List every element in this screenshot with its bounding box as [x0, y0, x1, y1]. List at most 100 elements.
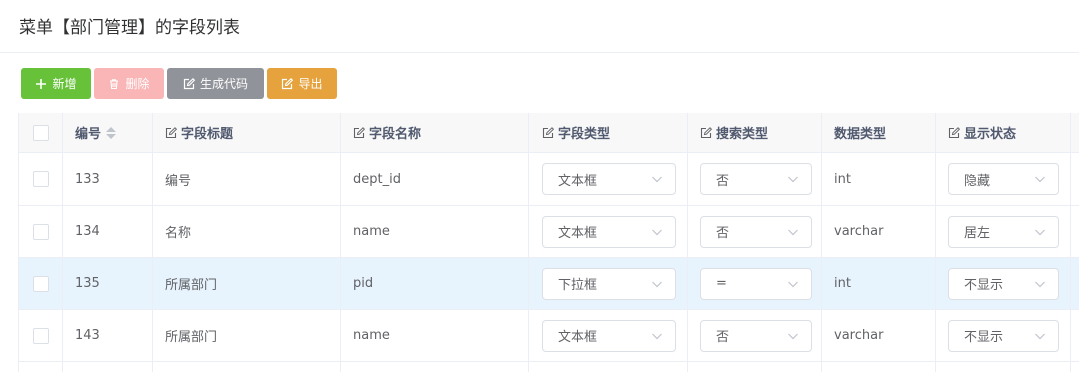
cell-search-type: 否: [688, 206, 822, 257]
search-type-select[interactable]: 否: [700, 215, 812, 248]
row-select: [19, 258, 63, 309]
column-header-data-type: 数据类型: [822, 113, 936, 152]
edit-icon: [700, 126, 712, 139]
add-button[interactable]: 新增: [21, 68, 91, 99]
chevron-down-icon: [1034, 173, 1046, 189]
cell-search-type: =: [688, 258, 822, 309]
cell-field-name: name: [341, 206, 529, 257]
cell-display-status: 不显示: [936, 310, 1071, 361]
chevron-down-icon: [787, 330, 799, 346]
cell-overflow: [1071, 206, 1079, 257]
row-checkbox[interactable]: [32, 327, 49, 344]
cell-field-type: 下拉框: [529, 258, 688, 309]
display-status-select[interactable]: 隐藏: [948, 163, 1059, 195]
cell-overflow: [1071, 362, 1079, 372]
cell-field-name: name: [341, 310, 529, 361]
cell-field-title: 所属部门: [153, 258, 341, 309]
select-value: 否: [716, 330, 730, 345]
cell-display-status: 居左: [936, 206, 1071, 257]
select-value: 文本框: [558, 173, 598, 189]
select-value: 不显示: [964, 330, 1004, 345]
sort-icon[interactable]: [106, 126, 117, 139]
column-header-label: 字段标题: [181, 127, 234, 142]
edit-icon: [183, 77, 195, 90]
field-type-select[interactable]: 文本框: [542, 319, 676, 352]
field-type-select[interactable]: 下拉框: [542, 267, 676, 300]
table-row[interactable]: 143 所属部门 name 文本框 否 varchar 不显示: [19, 310, 1079, 362]
chevron-down-icon: [1034, 278, 1046, 294]
cell-field-name: dept_id: [341, 153, 529, 205]
row-select: [19, 153, 63, 205]
select-value: 否: [716, 226, 730, 241]
column-header-field-title: 字段标题: [153, 113, 341, 152]
cell-search-type: 否: [688, 310, 822, 361]
add-button-label: 新增: [52, 77, 77, 91]
search-type-select[interactable]: 否: [700, 319, 812, 352]
table-row[interactable]: 135 所属部门 pid 下拉框 = int 不显示: [19, 258, 1079, 310]
table-row[interactable]: 133 编号 dept_id 文本框 否 int 隐藏: [19, 153, 1079, 206]
cell-id: 133: [63, 153, 153, 205]
cell-id: 143: [63, 310, 153, 361]
column-header-label: 显示状态: [964, 127, 1017, 142]
chevron-down-icon: [787, 278, 799, 294]
column-header-label: 搜索类型: [716, 127, 769, 142]
table-row[interactable]: [19, 362, 1079, 372]
chevron-down-icon: [1034, 330, 1046, 346]
field-type-select[interactable]: 文本框: [542, 215, 676, 248]
select-value: 下拉框: [558, 278, 598, 293]
edit-icon: [353, 126, 365, 139]
select-value: 不显示: [964, 278, 1004, 293]
field-type-select[interactable]: 文本框: [542, 163, 676, 195]
edit-icon: [165, 126, 177, 139]
cell-id: 134: [63, 206, 153, 257]
cell-field-type: 文本框: [529, 153, 688, 205]
row-checkbox[interactable]: [32, 171, 49, 187]
column-header-search-type: 搜索类型: [688, 113, 822, 152]
select-value: =: [716, 276, 727, 291]
column-header-field-type: 字段类型: [529, 113, 688, 152]
cell-data-type: int: [822, 258, 936, 309]
column-header-id[interactable]: 编号: [63, 113, 153, 152]
cell-field-type: 文本框: [529, 310, 688, 361]
export-button[interactable]: 导出: [267, 68, 337, 99]
delete-button-label: 删除: [125, 77, 150, 91]
cell-overflow: [1071, 153, 1079, 205]
row-checkbox[interactable]: [32, 223, 49, 240]
cell-data-type: varchar: [822, 206, 936, 257]
page-header: 菜单【部门管理】的字段列表: [0, 0, 1079, 53]
cell-display-status: 隐藏: [936, 153, 1071, 205]
search-type-select[interactable]: =: [700, 267, 812, 300]
edit-icon: [281, 77, 294, 90]
search-type-select[interactable]: 否: [700, 163, 812, 195]
cell-search-type: [688, 362, 822, 372]
cell-display-status: [936, 362, 1071, 372]
chevron-down-icon: [787, 226, 799, 242]
trash-icon: [108, 78, 120, 90]
page-title: 菜单【部门管理】的字段列表: [19, 18, 240, 38]
select-value: 居左: [964, 226, 991, 241]
export-button-label: 导出: [298, 77, 323, 91]
cell-overflow: [1071, 310, 1079, 361]
chevron-down-icon: [651, 278, 663, 294]
column-header-label: 编号: [75, 127, 102, 142]
select-value: 文本框: [558, 330, 598, 345]
generate-code-button-label: 生成代码: [199, 77, 248, 91]
cell-id: [63, 362, 153, 372]
column-header-display-status: 显示状态: [936, 113, 1071, 152]
row-checkbox[interactable]: [32, 275, 49, 292]
cell-search-type: 否: [688, 153, 822, 205]
display-status-select[interactable]: 不显示: [948, 319, 1059, 352]
display-status-select[interactable]: 不显示: [948, 267, 1059, 300]
generate-code-button[interactable]: 生成代码: [167, 68, 264, 99]
cell-data-type: varchar: [822, 310, 936, 361]
display-status-select[interactable]: 居左: [948, 215, 1059, 248]
cell-field-type: 文本框: [529, 206, 688, 257]
select-all-checkbox[interactable]: [32, 124, 49, 141]
cell-data-type: int: [822, 153, 936, 205]
table-row[interactable]: 134 名称 name 文本框 否 varchar 居左: [19, 206, 1079, 258]
cell-overflow: [1071, 258, 1079, 309]
chevron-down-icon: [651, 330, 663, 346]
chevron-down-icon: [787, 173, 799, 189]
edit-icon: [948, 126, 960, 139]
delete-button[interactable]: 删除: [94, 68, 164, 99]
